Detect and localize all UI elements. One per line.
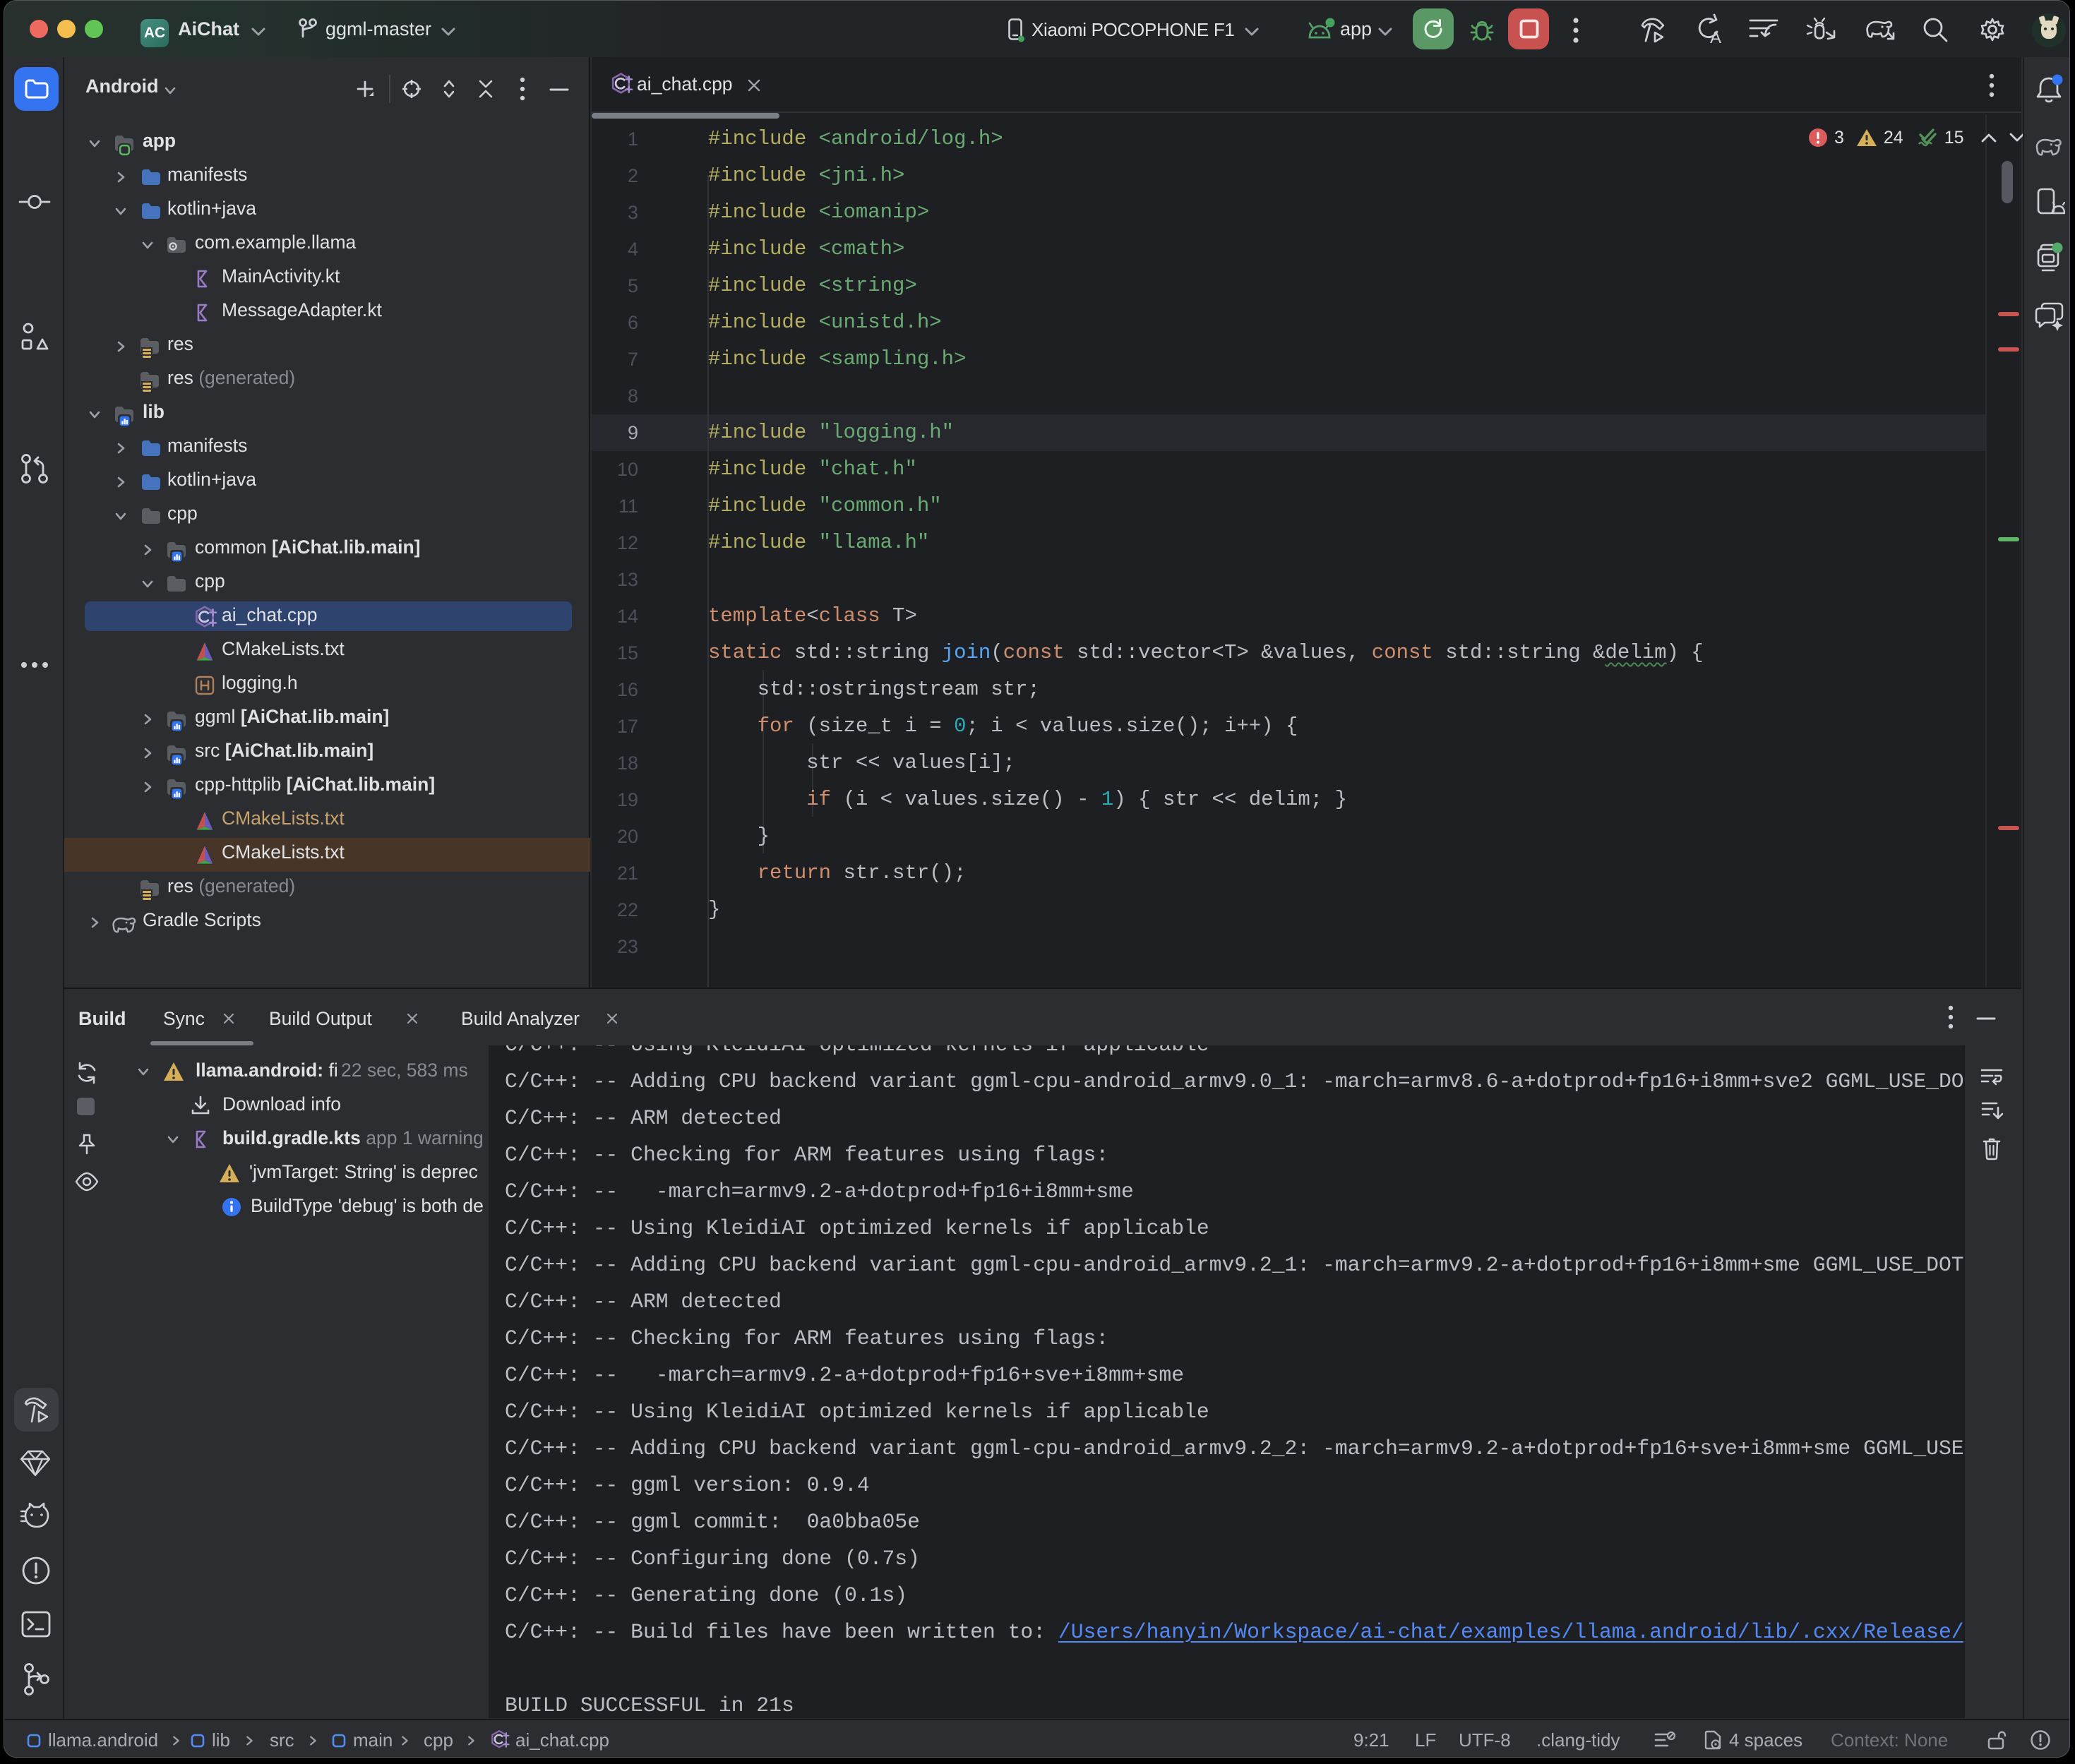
svg-text:A: A xyxy=(1710,28,1721,46)
